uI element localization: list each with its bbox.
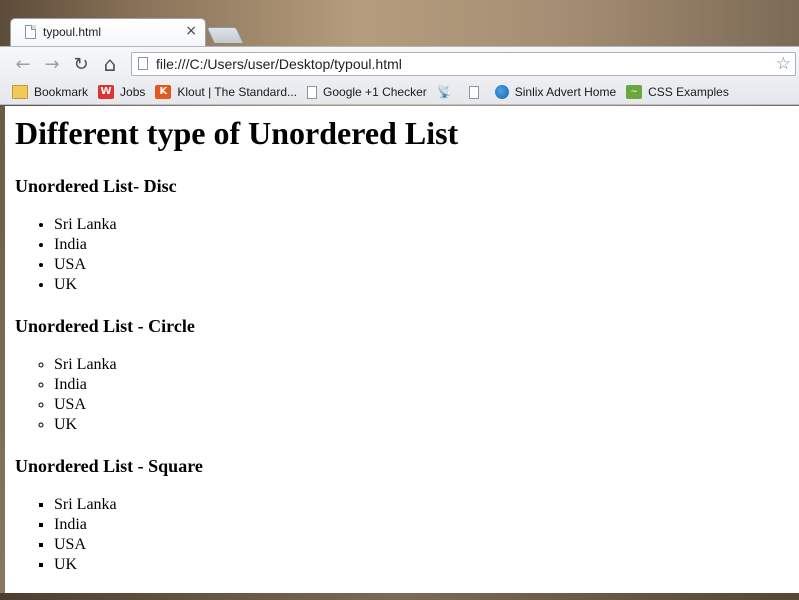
- bookmark-label: CSS Examples: [648, 85, 729, 99]
- bookmark-item[interactable]: K Klout | The Standard...: [155, 85, 297, 99]
- bookmarks-bar: Bookmark W Jobs K Klout | The Standard..…: [0, 80, 799, 105]
- browser-tab[interactable]: typoul.html ×: [10, 18, 206, 46]
- w-logo-icon: W: [98, 85, 115, 99]
- bookmark-item[interactable]: Google +1 Checker: [307, 85, 427, 99]
- bookmark-label: Jobs: [120, 85, 146, 99]
- back-icon[interactable]: ←: [12, 53, 34, 75]
- home-icon[interactable]: ⌂: [99, 52, 121, 76]
- klout-icon: K: [155, 85, 172, 99]
- new-tab-button[interactable]: [206, 27, 244, 43]
- section-heading-disc: Unordered List- Disc: [15, 176, 177, 196]
- bookmark-item[interactable]: [468, 85, 485, 99]
- bookmark-label: Google +1 Checker: [323, 85, 427, 99]
- page-icon: [307, 85, 318, 99]
- close-tab-icon[interactable]: ×: [185, 23, 197, 39]
- folder-icon: [12, 85, 28, 99]
- reload-icon[interactable]: ↻: [70, 53, 92, 75]
- page-icon: [468, 85, 479, 99]
- section-heading-square: Unordered List - Square: [15, 456, 203, 476]
- disc-list: Sri Lanka India USA UK: [5, 215, 799, 295]
- list-item: USA: [54, 255, 799, 275]
- address-bar[interactable]: file:///C:/Users/user/Desktop/typoul.htm…: [131, 52, 796, 76]
- satellite-icon: 📡: [437, 85, 453, 99]
- list-item: India: [54, 235, 799, 255]
- bookmark-item[interactable]: Bookmark: [12, 85, 88, 99]
- list-item: Sri Lanka: [54, 495, 799, 515]
- css-icon: ~: [626, 85, 643, 99]
- section-heading-circle: Unordered List - Circle: [15, 316, 195, 336]
- browser-chrome: typoul.html × ← → ↻ ⌂ file:///C:/Users/u…: [0, 0, 799, 106]
- circle-list: Sri Lanka India USA UK: [5, 355, 799, 435]
- list-item: UK: [54, 555, 799, 575]
- bookmark-label: Klout | The Standard...: [177, 85, 298, 99]
- globe-icon: [494, 85, 509, 99]
- tab-title: typoul.html: [43, 25, 102, 39]
- window-edge: [0, 593, 799, 600]
- list-item: USA: [54, 395, 799, 415]
- list-item: India: [54, 515, 799, 535]
- page-viewport: Different type of Unordered List Unorder…: [5, 106, 799, 593]
- star-icon[interactable]: ☆: [776, 54, 791, 74]
- bookmark-label: Bookmark: [34, 85, 89, 99]
- list-item: Sri Lanka: [54, 355, 799, 375]
- bookmark-item[interactable]: Sinlix Advert Home: [494, 85, 617, 99]
- bookmark-item[interactable]: ~ CSS Examples: [626, 85, 729, 99]
- list-item: USA: [54, 535, 799, 555]
- forward-icon[interactable]: →: [41, 53, 63, 75]
- document-icon: [25, 25, 36, 39]
- page-title: Different type of Unordered List: [15, 115, 459, 151]
- square-list: Sri Lanka India USA UK: [5, 495, 799, 575]
- bookmark-item[interactable]: W Jobs: [98, 85, 145, 99]
- toolbar: ← → ↻ ⌂ file:///C:/Users/user/Desktop/ty…: [0, 46, 799, 81]
- url-text[interactable]: file:///C:/Users/user/Desktop/typoul.htm…: [156, 56, 402, 72]
- list-item: UK: [54, 275, 799, 295]
- list-item: India: [54, 375, 799, 395]
- bookmark-label: Sinlix Advert Home: [514, 85, 617, 99]
- page-icon: [138, 57, 148, 70]
- list-item: UK: [54, 415, 799, 435]
- bookmark-item[interactable]: 📡: [437, 85, 459, 99]
- list-item: Sri Lanka: [54, 215, 799, 235]
